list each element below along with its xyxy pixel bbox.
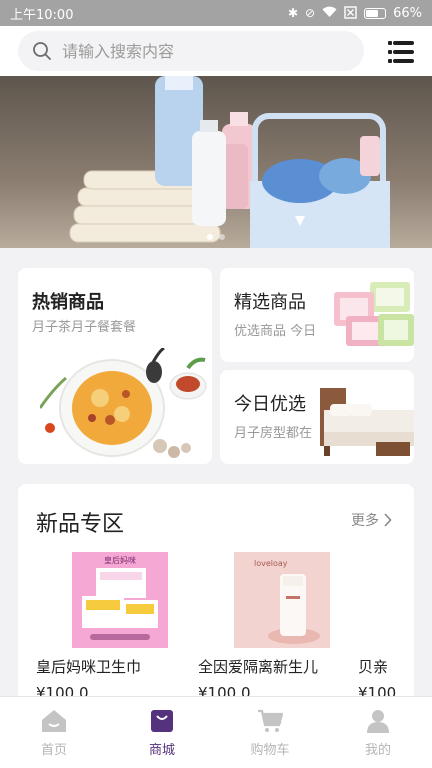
tab-home[interactable]: 首页 (0, 697, 108, 768)
soup-bowl-image (40, 348, 207, 458)
alarm-off-icon: ⊘ (305, 6, 316, 20)
battery-percent: 66% (393, 5, 422, 21)
cart-icon (258, 709, 283, 732)
tab-cart[interactable]: 购物车 (216, 697, 324, 768)
product-brand-text: 皇后妈咪 (104, 555, 136, 565)
battery-icon (364, 7, 387, 19)
selected-products-title: 精选商品 (234, 292, 306, 313)
header (0, 26, 432, 76)
banner-image (0, 76, 432, 248)
product-name: 全因爱隔离新生儿 (198, 658, 319, 676)
product-image: 皇后妈咪 (72, 552, 168, 648)
shopping-bag-icon (151, 710, 173, 732)
tab-profile-label: 我的 (364, 743, 391, 758)
hot-products-title: 热销商品 (32, 292, 104, 313)
today-picks-card[interactable]: 今日优选 月子房型都在 (220, 370, 414, 464)
product-image (394, 552, 414, 648)
product-brand-text: loveloay (254, 559, 288, 568)
tab-home-label: 首页 (40, 743, 67, 758)
chevron-right-icon (384, 513, 392, 527)
sim-off-icon (344, 5, 357, 21)
hot-products-subtitle: 月子茶月子餐套餐 (32, 320, 137, 335)
banner-carousel[interactable] (0, 76, 432, 248)
product-item[interactable]: 贝亲 ¥100 (358, 552, 414, 702)
tab-mall-label: 商城 (148, 743, 175, 758)
product-item[interactable]: 皇后妈咪 皇后妈咪卫生巾 ¥100.0 (36, 552, 196, 702)
product-name: 皇后妈咪卫生巾 (36, 658, 142, 676)
search-icon (33, 42, 51, 60)
bottom-tab-bar: 首页 商城 购物车 我的 (0, 696, 432, 768)
product-item[interactable]: loveloay 全因爱隔离新生儿 ¥100.0 (198, 552, 358, 702)
tab-profile[interactable]: 我的 (324, 697, 432, 768)
tab-cart-label: 购物车 (250, 743, 290, 758)
product-image: loveloay (234, 552, 330, 648)
bed-image (320, 388, 414, 456)
status-icons: ✱ ⊘ 66% (288, 6, 422, 21)
new-products-section: 新品专区 更多 皇后妈咪 皇后妈咪卫生巾 ¥100.0 loveloay 全因爱… (18, 484, 414, 724)
selected-products-card[interactable]: 精选商品 优选商品 今日 (220, 268, 414, 362)
carousel-dots (207, 234, 225, 240)
product-name: 贝亲 (358, 658, 389, 676)
carousel-dot-active[interactable] (207, 234, 213, 240)
bluetooth-icon: ✱ (287, 6, 299, 20)
search-input[interactable] (62, 41, 332, 61)
status-bar: 上午10:00 ✱ ⊘ 66% (0, 0, 432, 26)
tab-mall[interactable]: 商城 (108, 697, 216, 768)
today-picks-title: 今日优选 (234, 394, 306, 415)
wifi-icon (322, 6, 337, 20)
more-link[interactable]: 更多 (351, 510, 392, 530)
hot-products-card[interactable]: 热销商品 月子茶月子餐套餐 (18, 268, 212, 464)
gift-boxes-image (334, 282, 414, 346)
home-icon (42, 710, 66, 732)
status-time: 上午10:00 (10, 7, 74, 23)
new-products-title: 新品专区 (36, 512, 125, 537)
search-bar[interactable] (18, 31, 364, 71)
carousel-dot[interactable] (219, 234, 225, 240)
selected-products-subtitle: 优选商品 今日 (234, 324, 317, 339)
category-menu-icon[interactable] (388, 41, 414, 63)
more-label: 更多 (351, 513, 379, 529)
user-icon (367, 710, 389, 733)
